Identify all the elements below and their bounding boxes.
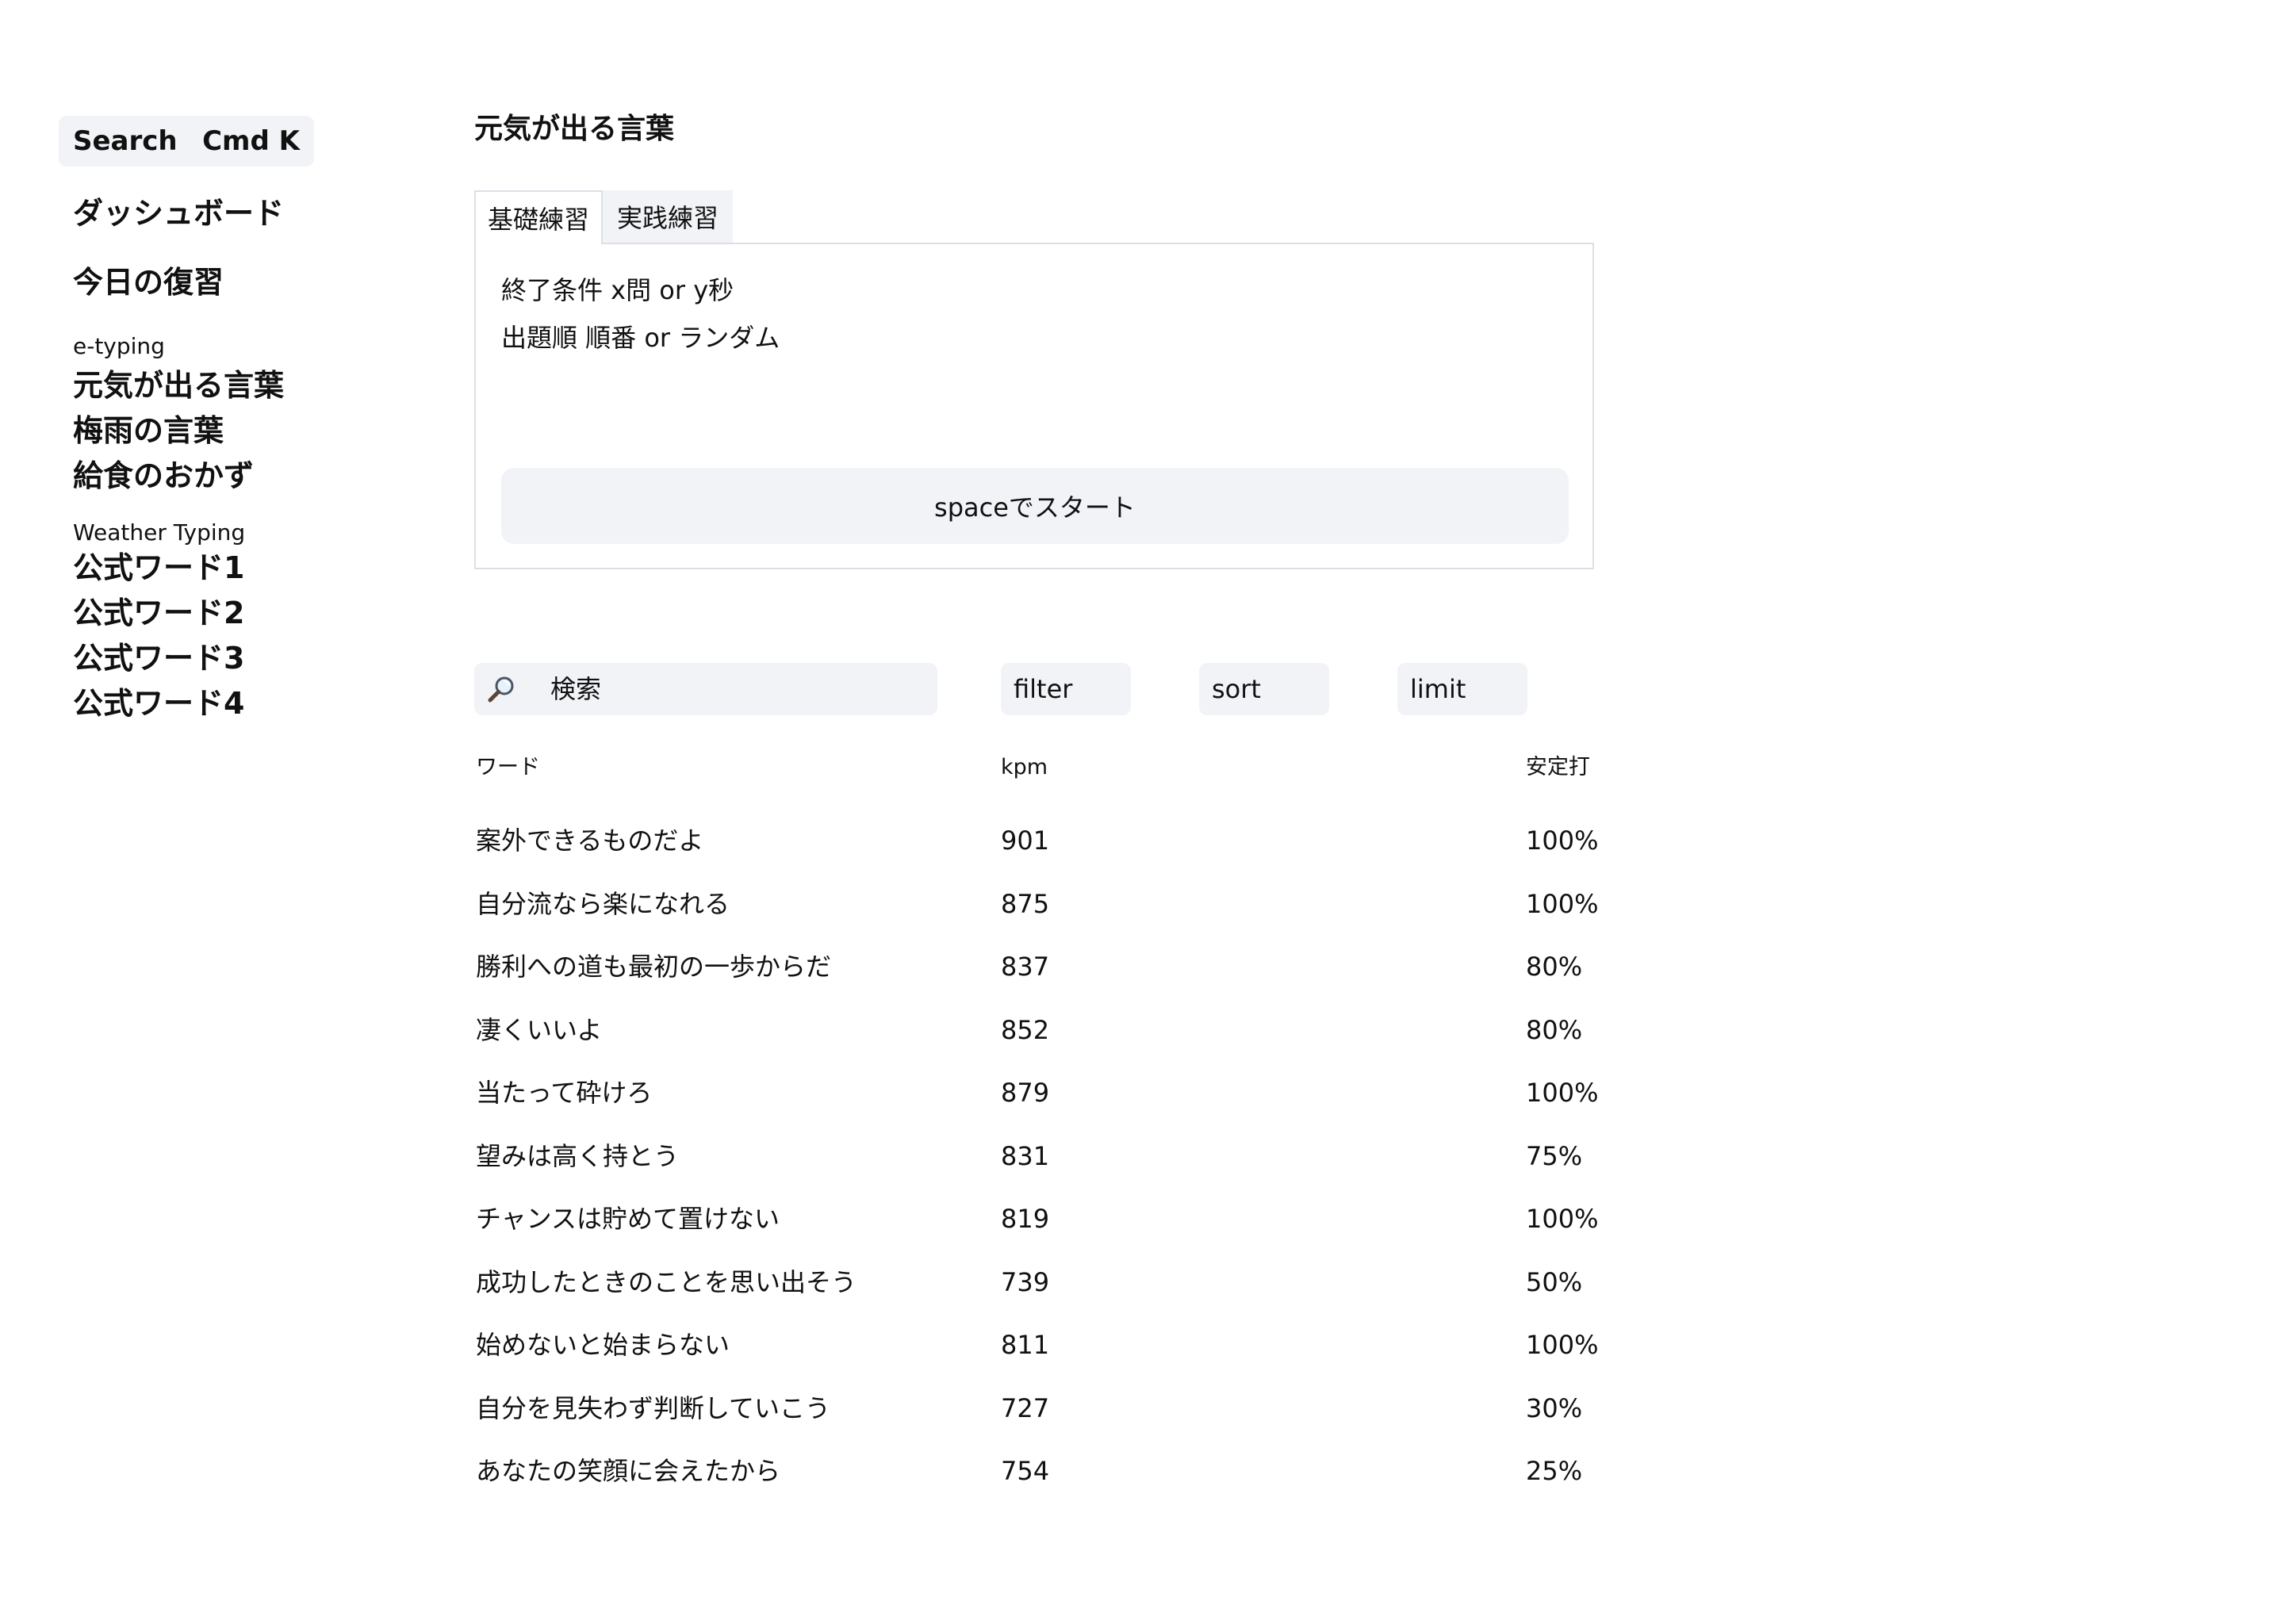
search-label: Search [73,125,178,157]
table-row[interactable]: 凄くいいよ 852 80% [476,1017,1596,1065]
nav-todays-review[interactable]: 今日の復習 [73,267,224,297]
kpm-cell: 837 [1001,952,1050,982]
nav-item-etyping-3[interactable]: 給食のおかず [73,461,254,491]
kpm-cell: 879 [1001,1078,1050,1108]
word-cell: チャンスは貯めて置けない [476,1204,780,1234]
accuracy-cell: 50% [1526,1267,1583,1297]
kpm-cell: 727 [1001,1393,1050,1423]
kpm-cell: 875 [1001,889,1050,919]
nav-item-weather-4[interactable]: 公式ワード4 [73,688,244,718]
accuracy-cell: 80% [1526,952,1583,982]
accuracy-cell: 75% [1526,1141,1583,1171]
word-cell: 当たって砕けろ [476,1078,653,1108]
word-cell: 自分を見失わず判断していこう [476,1393,831,1423]
word-cell: あなたの笑顔に会えたから [476,1456,781,1486]
command-search-button[interactable]: Search Cmd K [59,116,314,167]
table-row[interactable]: 望みは高く持とう 831 75% [476,1143,1596,1191]
app-root: Search Cmd K ダッシュボード 今日の復習 e-typing 元気が出… [0,0,2284,1624]
table-row[interactable]: 始めないと始まらない 811 100% [476,1330,1599,1380]
word-cell: 自分流なら楽になれる [476,889,730,919]
word-cell: 始めないと始まらない [476,1330,730,1360]
table-row[interactable]: 勝利への道も最初の一歩からだ 837 80% [476,954,1596,1002]
search-input[interactable] [550,663,923,715]
nav-item-weather-2[interactable]: 公式ワード2 [73,598,244,628]
kpm-cell: 831 [1001,1141,1050,1171]
end-condition-text: 終了条件 x問 or y秒 [501,275,734,305]
word-cell: 成功したときのことを思い出そう [476,1267,857,1297]
sort-button[interactable]: sort [1199,663,1329,715]
kpm-cell: 901 [1001,825,1050,856]
tab-basic-practice[interactable]: 基礎練習 [474,190,603,244]
shortcut-hint: Cmd K [202,125,300,157]
table-row[interactable]: 成功したときのことを思い出そう 739 50% [476,1270,1596,1317]
kpm-cell: 739 [1001,1267,1050,1297]
accuracy-cell: 100% [1526,825,1599,856]
accuracy-cell: 80% [1526,1015,1583,1045]
word-cell: 望みは高く持とう [476,1141,680,1171]
tab-practical-practice[interactable]: 実践練習 [603,190,733,243]
nav-group-label-etyping: e-typing [73,333,165,359]
practice-settings-panel: 終了条件 x問 or y秒 出題順 順番 or ランダム spaceでスタート [474,243,1594,569]
nav-group-label-weather-typing: Weather Typing [73,519,246,546]
column-header-accuracy[interactable]: 安定打 [1526,756,1590,778]
kpm-cell: 852 [1001,1015,1050,1045]
column-header-kpm[interactable]: kpm [1001,756,1048,778]
accuracy-cell: 100% [1526,1078,1599,1108]
accuracy-cell: 30% [1526,1393,1583,1423]
start-button[interactable]: spaceでスタート [501,468,1569,544]
accuracy-cell: 25% [1526,1456,1583,1486]
table-row[interactable]: チャンスは貯めて置けない 819 100% [476,1204,1599,1254]
table-row[interactable]: 案外できるものだよ 901 100% [476,825,1599,875]
accuracy-cell: 100% [1526,1204,1599,1234]
nav-item-weather-1[interactable]: 公式ワード1 [73,553,244,583]
column-header-word[interactable]: ワード [476,756,540,778]
table-row[interactable]: 自分流なら楽になれる 875 100% [476,889,1599,939]
nav-dashboard[interactable]: ダッシュボード [73,198,284,228]
accuracy-cell: 100% [1526,1330,1599,1360]
nav-item-etyping-1[interactable]: 元気が出る言葉 [73,370,284,400]
magnifier-icon [488,676,514,703]
kpm-cell: 754 [1001,1456,1050,1486]
table-row[interactable]: 自分を見失わず判断していこう 727 30% [476,1396,1596,1443]
limit-button[interactable]: limit [1397,663,1527,715]
table-row[interactable]: あなたの笑顔に会えたから 754 25% [476,1458,1596,1506]
kpm-cell: 811 [1001,1330,1050,1360]
nav-item-weather-3[interactable]: 公式ワード3 [73,643,244,673]
question-order-text: 出題順 順番 or ランダム [501,323,780,353]
page-title: 元気が出る言葉 [474,113,675,145]
nav-item-etyping-2[interactable]: 梅雨の言葉 [73,416,224,446]
word-cell: 勝利への道も最初の一歩からだ [476,952,832,982]
word-search-box [474,663,937,715]
kpm-cell: 819 [1001,1204,1050,1234]
word-cell: 凄くいいよ [476,1015,603,1045]
accuracy-cell: 100% [1526,889,1599,919]
word-cell: 案外できるものだよ [476,825,704,856]
filter-button[interactable]: filter [1001,663,1131,715]
table-row[interactable]: 当たって砕けろ 879 100% [476,1078,1599,1128]
